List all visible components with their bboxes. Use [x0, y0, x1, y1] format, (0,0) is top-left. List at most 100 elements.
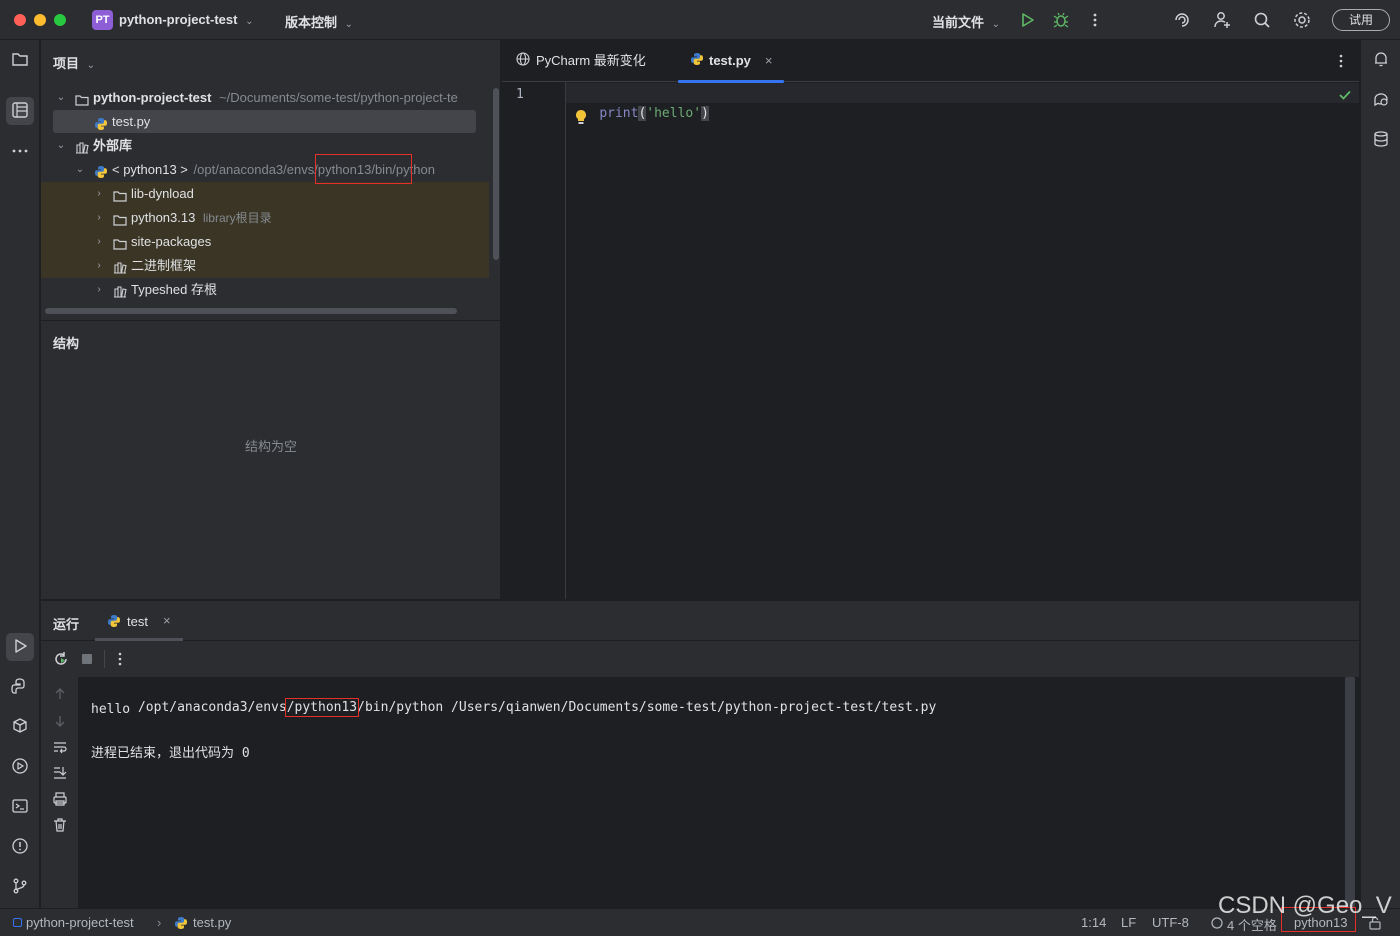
notifications-button[interactable] [1367, 46, 1395, 74]
run-panel-title: 运行 [53, 617, 80, 632]
globe-icon [516, 41, 530, 83]
code-paren-close: ) [701, 106, 709, 121]
project-switcher[interactable]: python-project-test ⌄ [119, 12, 253, 27]
tree-item-label: lib-dynload [131, 186, 194, 201]
tree-item-lib-dynload[interactable]: › lib-dynload [41, 182, 489, 206]
editor-tabs-more-icon[interactable] [1332, 52, 1350, 70]
tree-item-site-packages[interactable]: › site-packages [41, 230, 489, 254]
folder-icon [11, 50, 29, 71]
services-button[interactable] [6, 753, 34, 781]
stop-icon[interactable] [80, 652, 94, 666]
highlight-box-python13-path [315, 154, 412, 184]
run-config-selector[interactable]: 当前文件 ⌄ [932, 12, 1000, 31]
tree-item-hint: library根目录 [202, 211, 272, 225]
more-tools-button[interactable] [6, 138, 34, 166]
python-console-icon [11, 677, 29, 698]
trial-button[interactable]: 试用 [1332, 9, 1390, 31]
rerun-icon[interactable] [52, 650, 70, 668]
run-tab-label: test [127, 614, 148, 629]
inspection-ok-icon[interactable] [1338, 88, 1352, 102]
database-button[interactable] [1367, 126, 1395, 154]
library-icon [113, 283, 127, 298]
problems-button[interactable] [6, 833, 34, 861]
problems-icon [11, 837, 29, 858]
file-encoding[interactable]: UTF-8 [1152, 915, 1189, 930]
tree-item-python313[interactable]: › python3.13 library根目录 [41, 206, 489, 230]
run-toolbar [41, 641, 1359, 677]
run-tab-test[interactable]: test × [95, 601, 183, 641]
tree-item-test-py[interactable]: test.py [41, 110, 489, 134]
breadcrumb-file[interactable]: test.py [193, 915, 231, 930]
maximize-window-button[interactable] [54, 14, 66, 26]
close-icon[interactable]: × [765, 53, 773, 68]
python-console-button[interactable] [6, 673, 34, 701]
vcs-menu[interactable]: 版本控制 ⌄ [285, 12, 353, 31]
tab-test-py[interactable]: test.py × [678, 40, 784, 83]
structure-empty-text: 结构为空 [244, 439, 297, 454]
chevron-down-icon: ⌄ [56, 140, 66, 151]
chevron-down-icon: ⌄ [991, 19, 1001, 30]
ai-assistant-icon[interactable] [1171, 9, 1193, 31]
python-packages-button[interactable] [6, 713, 34, 741]
console-scrollbar[interactable] [1345, 677, 1355, 909]
chevron-down-icon: ⌄ [245, 16, 254, 27]
tree-item-binary-frameworks[interactable]: › 二进制框架 [41, 254, 489, 278]
lightbulb-icon[interactable] [574, 109, 588, 125]
ai-chat-icon [1372, 90, 1390, 111]
chevron-right-icon: › [97, 260, 101, 271]
tree-item-project-root[interactable]: ⌄ python-project-test ~/Documents/some-t… [41, 86, 489, 110]
more-icon[interactable] [111, 650, 129, 668]
structure-icon [11, 101, 29, 122]
trash-icon[interactable] [52, 817, 68, 836]
run-icon[interactable] [1016, 9, 1038, 31]
python-file-icon [107, 614, 121, 631]
project-badge[interactable]: PT [92, 10, 113, 30]
code-string: 'hello' [646, 106, 702, 121]
ai-chat-button[interactable] [1367, 86, 1395, 114]
structure-tool-button[interactable] [6, 97, 34, 125]
code-line[interactable]: print('hello') [568, 84, 709, 121]
add-user-icon[interactable] [1211, 9, 1233, 31]
soft-wrap-icon[interactable] [52, 739, 68, 758]
git-button[interactable] [6, 873, 34, 901]
breadcrumb-project[interactable]: python-project-test [26, 915, 134, 930]
close-icon[interactable]: × [163, 613, 171, 628]
terminal-button[interactable] [6, 793, 34, 821]
tree-item-label: 外部库 [93, 138, 133, 153]
console-side-toolbar [41, 677, 79, 909]
project-panel-title: 项目 [53, 56, 80, 71]
editor-gutter: 1 [502, 82, 566, 599]
arrow-down-icon[interactable] [52, 713, 68, 732]
tab-label: PyCharm 最新变化 [536, 53, 646, 68]
tree-item-label: Typeshed 存根 [131, 282, 217, 297]
tree-item-typeshed-stubs[interactable]: › Typeshed 存根 [41, 278, 489, 302]
scroll-to-end-icon[interactable] [52, 765, 68, 784]
more-icon[interactable] [1084, 9, 1106, 31]
close-window-button[interactable] [14, 14, 26, 26]
tab-pycharm-whats-new[interactable]: PyCharm 最新变化 [516, 40, 646, 82]
tree-item-python13-sdk[interactable]: ⌄ < python13 > /opt/anaconda3/envs/pytho… [41, 158, 489, 182]
left-tool-stripe [0, 40, 40, 908]
line-separator[interactable]: LF [1121, 915, 1136, 930]
search-icon[interactable] [1251, 9, 1273, 31]
run-toolbar-divider [104, 650, 105, 668]
database-icon [1372, 130, 1390, 151]
print-icon[interactable] [52, 791, 68, 810]
settings-icon[interactable] [1291, 9, 1313, 31]
folder-icon [75, 91, 89, 106]
project-tool-button[interactable] [6, 46, 34, 74]
chevron-down-icon: ⌄ [56, 92, 66, 103]
minimize-window-button[interactable] [34, 14, 46, 26]
caret-position[interactable]: 1:14 [1081, 915, 1106, 930]
debug-icon[interactable] [1050, 9, 1072, 31]
run-tool-button[interactable] [6, 633, 34, 661]
tree-item-external-libraries[interactable]: ⌄ 外部库 [41, 134, 489, 158]
project-panel-header[interactable]: 项目 ⌄ [53, 53, 95, 72]
project-tree-horizontal-scrollbar[interactable] [45, 308, 457, 314]
arrow-up-icon[interactable] [52, 686, 68, 705]
tree-item-label: 二进制框架 [131, 258, 197, 273]
git-branch-icon [11, 877, 29, 898]
project-tree-vertical-scrollbar[interactable] [493, 88, 499, 260]
console-output[interactable]: /opt/anaconda3/envs/python13/bin/python … [79, 677, 1359, 909]
code-function: print [599, 106, 639, 121]
